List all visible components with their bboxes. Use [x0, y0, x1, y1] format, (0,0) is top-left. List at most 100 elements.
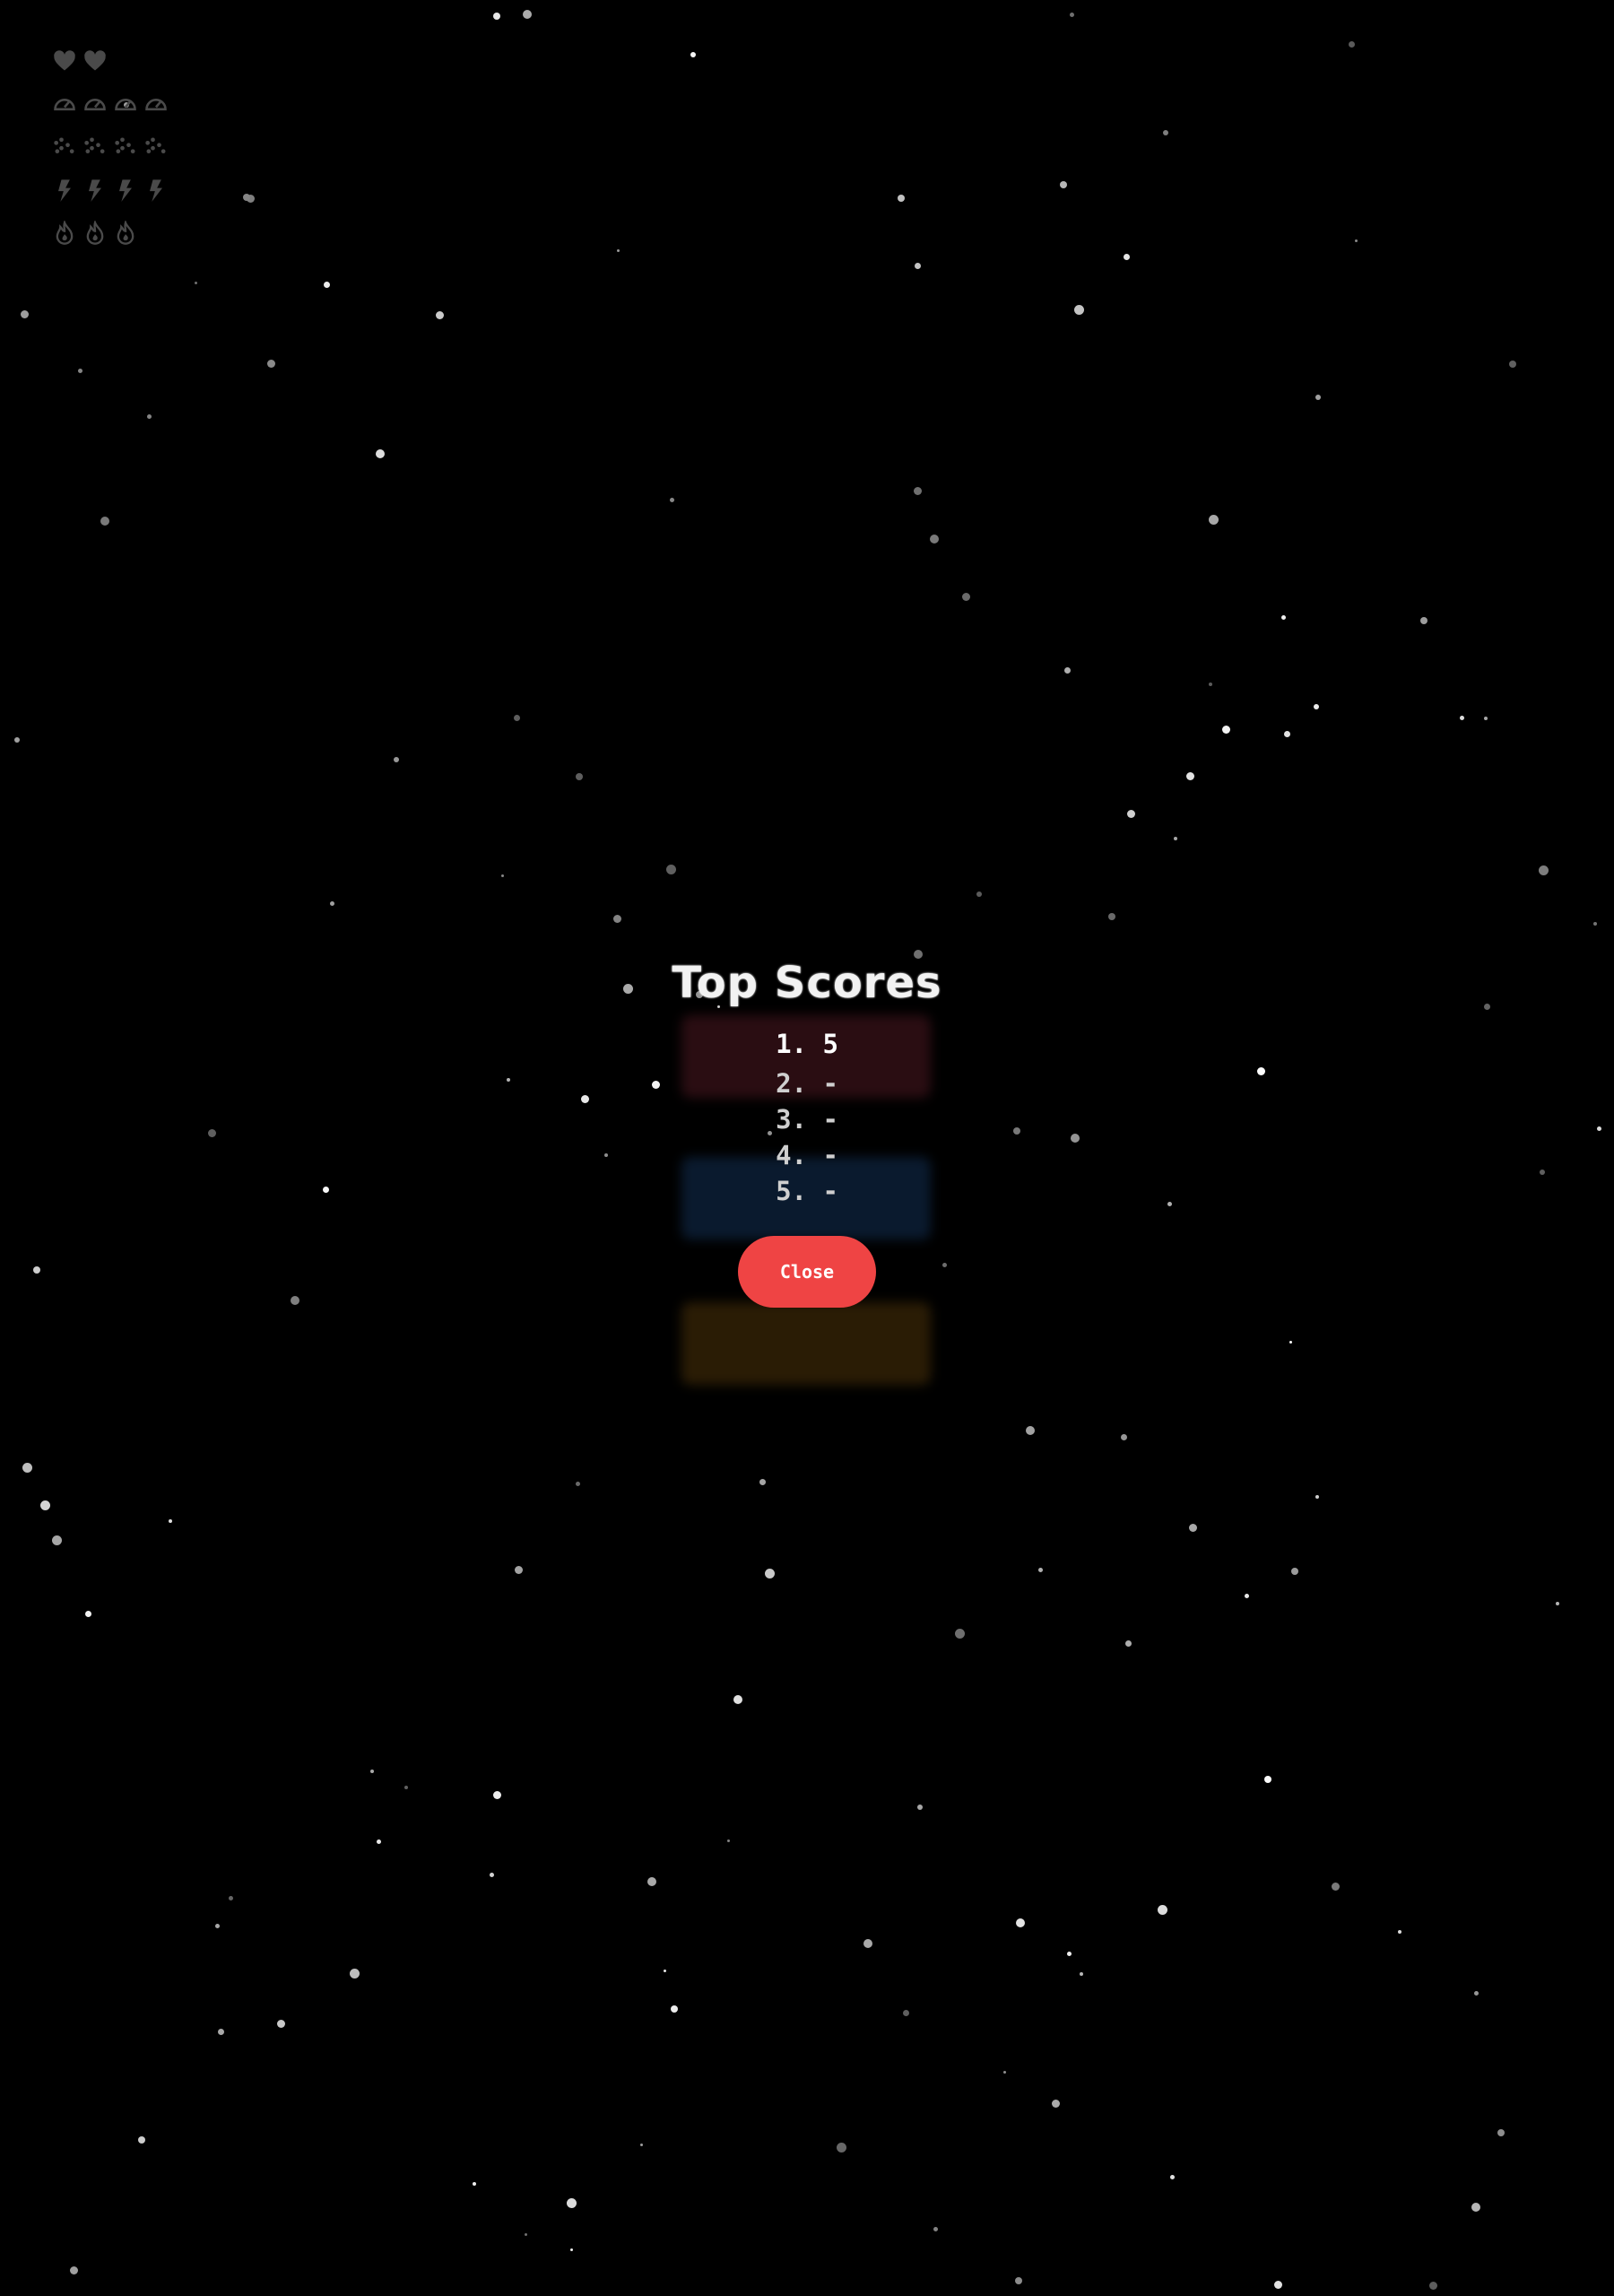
- star: [863, 1939, 872, 1948]
- star: [1108, 913, 1115, 920]
- star: [394, 757, 399, 762]
- star: [1209, 515, 1219, 525]
- star: [1222, 726, 1230, 734]
- star: [1289, 1341, 1292, 1344]
- star: [690, 52, 696, 57]
- star: [1064, 667, 1071, 674]
- star: [267, 360, 275, 368]
- score-entry: 1. 5: [776, 1029, 838, 1059]
- star: [765, 1569, 775, 1578]
- star: [291, 1296, 299, 1305]
- star: [138, 2136, 145, 2144]
- hud-status: [52, 39, 169, 255]
- gauge-icon: [82, 91, 108, 117]
- star: [525, 2233, 527, 2236]
- star: [1497, 2129, 1505, 2136]
- star: [567, 2198, 577, 2208]
- star: [1186, 772, 1194, 780]
- star: [515, 1566, 523, 1574]
- star: [21, 310, 29, 318]
- star: [1209, 683, 1212, 686]
- star: [1314, 704, 1319, 709]
- star: [52, 1535, 62, 1545]
- star: [898, 195, 905, 202]
- star: [903, 2010, 909, 2016]
- star: [215, 1924, 220, 1928]
- star: [1070, 13, 1074, 17]
- star: [70, 2266, 78, 2274]
- star: [930, 535, 939, 544]
- star: [570, 2248, 573, 2251]
- star: [507, 1078, 510, 1082]
- star: [1067, 1952, 1072, 1956]
- gauge-icon: [113, 91, 138, 117]
- spread-shot-icon: [113, 135, 138, 160]
- spread-row: [52, 126, 169, 169]
- star: [1540, 1170, 1545, 1175]
- flame-icon: [82, 221, 108, 246]
- star: [1556, 1602, 1559, 1605]
- star: [1315, 395, 1321, 400]
- star: [1291, 1568, 1298, 1575]
- star: [1163, 130, 1168, 135]
- star: [1349, 41, 1355, 48]
- star: [1539, 865, 1549, 875]
- star: [323, 1187, 329, 1193]
- star: [1026, 1426, 1035, 1435]
- star: [1245, 1594, 1249, 1598]
- star: [670, 498, 674, 502]
- star: [576, 1482, 580, 1486]
- star: [376, 449, 385, 458]
- star: [1071, 1134, 1080, 1143]
- power-row: [52, 169, 169, 212]
- star: [1170, 2175, 1175, 2179]
- star: [1125, 1640, 1132, 1647]
- gauge-icon: [52, 91, 77, 117]
- spread-shot-icon: [52, 135, 77, 160]
- lightning-icon: [82, 178, 108, 203]
- star: [473, 2182, 476, 2186]
- scores-title: Top Scores: [672, 958, 942, 1008]
- star: [1471, 2203, 1480, 2212]
- star: [493, 13, 500, 20]
- star: [1015, 2277, 1022, 2284]
- star: [640, 2144, 643, 2146]
- star: [1124, 254, 1130, 260]
- star: [759, 1479, 766, 1485]
- flame-icon: [113, 221, 138, 246]
- star: [40, 1500, 50, 1510]
- star: [1315, 1495, 1319, 1499]
- star: [915, 263, 921, 269]
- scores-panel: Top Scores 1. 5 2. - 3. - 4. - 5. - Clos…: [583, 951, 1031, 1308]
- star: [78, 369, 82, 373]
- star: [1274, 2281, 1282, 2289]
- star: [962, 593, 970, 601]
- close-button[interactable]: Close: [738, 1236, 876, 1308]
- star: [370, 1770, 374, 1773]
- star: [22, 1463, 32, 1473]
- star: [917, 1805, 923, 1810]
- star: [1174, 837, 1177, 840]
- star: [1167, 1202, 1172, 1206]
- spread-shot-icon: [82, 135, 108, 160]
- star: [350, 1969, 360, 1979]
- star: [666, 865, 676, 874]
- star: [1484, 1004, 1490, 1010]
- star: [1189, 1524, 1197, 1532]
- star: [1158, 1905, 1167, 1915]
- star: [14, 737, 20, 743]
- star: [229, 1896, 233, 1900]
- star: [1264, 1776, 1271, 1783]
- star: [1052, 2100, 1060, 2108]
- star: [1016, 1918, 1025, 1927]
- star: [85, 1611, 91, 1617]
- star: [277, 2020, 285, 2028]
- star: [1420, 617, 1427, 624]
- star: [490, 1873, 494, 1877]
- star: [837, 2143, 846, 2152]
- score-entry: 5. -: [776, 1176, 838, 1206]
- star: [436, 311, 444, 319]
- star: [1127, 810, 1135, 818]
- fire-row: [52, 212, 169, 255]
- star: [1429, 2282, 1437, 2290]
